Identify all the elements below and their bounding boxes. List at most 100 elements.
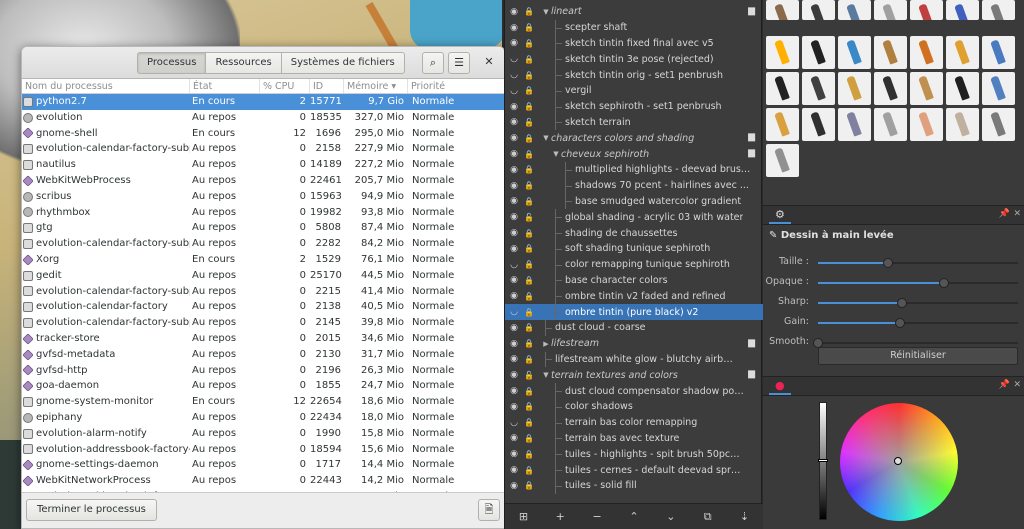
layer-row[interactable]: ◉ 🔒 sketch tintin fixed final avec v5	[505, 35, 763, 52]
brush-preset[interactable]	[874, 0, 907, 20]
table-row[interactable]: evolution-addressbook-factory-subprocess…	[22, 442, 504, 458]
slider-track[interactable]	[818, 298, 1018, 308]
expander-open-icon[interactable]: ▼	[541, 371, 551, 379]
table-row[interactable]: WebKitWebProcess Au repos 0 22461 205,7 Mio N…	[22, 173, 504, 189]
lock-icon[interactable]: 🔒	[523, 102, 535, 111]
table-row[interactable]: evolution-calendar-factory Au repos 0 2138 4…	[22, 299, 504, 315]
layer-row[interactable]: ◉ 🔒 base character colors	[505, 272, 763, 289]
brush-preset[interactable]	[838, 108, 871, 141]
slider-track[interactable]	[818, 258, 1018, 268]
eye-icon[interactable]: ◉	[508, 354, 520, 364]
eye-icon[interactable]: ◉	[508, 196, 520, 206]
expander-open-icon[interactable]: ▼	[541, 134, 551, 142]
layer-row[interactable]: ◡ 🔒 vergil	[505, 82, 763, 99]
layer-row[interactable]: ◉ 🔓 sketch terrain	[505, 114, 763, 131]
eye-icon[interactable]: ◉	[508, 465, 520, 475]
table-row[interactable]: goa-daemon Au repos 0 1855 24,7 Mio Normale	[22, 378, 504, 394]
move-up-icon[interactable]: ⌃	[622, 510, 646, 523]
layer-group-row[interactable]: ◉ 🔓 ▼ terrain textures and colors ▆	[505, 367, 763, 383]
table-row[interactable]: evolution-alarm-notify Au repos 0 1990 15,8 …	[22, 426, 504, 442]
table-row[interactable]: tracker-store Au repos 0 2015 34,6 Mio Normal…	[22, 331, 504, 347]
eye-closed-icon[interactable]: ◡	[508, 418, 520, 428]
layer-row[interactable]: ◡ 🔒 terrain bas color remapping	[505, 414, 763, 431]
eye-icon[interactable]: ◉	[508, 23, 520, 33]
lock-icon[interactable]: 🔒	[523, 134, 535, 143]
eye-icon[interactable]: ◉	[508, 291, 520, 301]
brush-preset[interactable]	[982, 0, 1015, 20]
brush-preset[interactable]	[802, 0, 835, 20]
layer-group-row[interactable]: ◉ 🔒 ▼ cheveux sephiroth ▆	[505, 146, 763, 162]
brush-preset[interactable]	[766, 0, 799, 20]
layer-group-row[interactable]: ◉ 🔒 ▼ lineart ▆	[505, 4, 763, 20]
layer-row[interactable]: ◉ 🔓 global shading - acrylic 03 with water	[505, 209, 763, 226]
slider-handle[interactable]	[939, 278, 949, 288]
brush-preset[interactable]	[766, 144, 799, 177]
eye-icon[interactable]: ◉	[508, 386, 520, 396]
column-header-id[interactable]: ID	[310, 79, 344, 93]
layer-row[interactable]: ◉ 🔒 lifestream white glow - blutchy airbru…	[505, 351, 763, 368]
eye-closed-icon[interactable]: ◡	[508, 70, 520, 80]
table-row[interactable]: Xorg En cours 2 1529 76,1 Mio Normale	[22, 252, 504, 268]
lock-icon[interactable]: 🔒	[523, 197, 535, 206]
eye-icon[interactable]: ◉	[508, 449, 520, 459]
layer-row[interactable]: ◉ 🔒 shadows 70 pcent - hairlines avec ...	[505, 177, 763, 194]
brush-preset[interactable]	[838, 72, 871, 105]
layer-row[interactable]: ◉ 🔒 scepter shaft	[505, 19, 763, 36]
eye-icon[interactable]: ◉	[508, 38, 520, 48]
lock-icon[interactable]: 🔒	[523, 466, 535, 475]
slider-track[interactable]	[813, 338, 1018, 348]
expander-open-icon[interactable]: ▼	[541, 8, 551, 16]
lock-icon[interactable]: 🔒	[523, 39, 535, 48]
brush-preset[interactable]	[874, 72, 907, 105]
layer-row[interactable]: ◡ 🔒 sketch tintin orig - set1 penbrush	[505, 67, 763, 83]
eye-icon[interactable]: ◉	[508, 275, 520, 285]
table-row[interactable]: python2.7 En cours 2 15771 9,7 Gio Normale	[22, 94, 504, 110]
lock-icon[interactable]: 🔒	[523, 181, 535, 190]
unlock-icon[interactable]: 🔓	[523, 118, 535, 127]
eye-closed-icon[interactable]: ◡	[508, 86, 520, 96]
lock-icon[interactable]: 🔒	[523, 229, 535, 238]
eye-icon[interactable]: ◉	[508, 165, 520, 175]
eye-icon[interactable]: ◉	[508, 133, 520, 143]
end-process-button[interactable]: Terminer le processus	[26, 499, 157, 521]
brush-preset[interactable]	[910, 108, 943, 141]
table-row[interactable]: gtg Au repos 0 5808 87,4 Mio Normale	[22, 220, 504, 236]
eye-icon[interactable]: ◉	[508, 244, 520, 254]
table-row[interactable]: evolution-calendar-factory-subprocessAu …	[22, 315, 504, 331]
lock-icon[interactable]: 🔒	[523, 418, 535, 427]
brush-preset[interactable]	[802, 72, 835, 105]
eye-icon[interactable]: ◉	[508, 339, 520, 349]
lock-icon[interactable]: 🔒	[523, 55, 535, 64]
table-row[interactable]: evolution-calendar-factory-subprocessAu …	[22, 141, 504, 157]
table-row[interactable]: gnome-system-monitor En cours 12 22654 18,6 …	[22, 394, 504, 410]
move-down-icon[interactable]: ⌄	[659, 510, 683, 523]
column-header-priority[interactable]: Priorité	[408, 79, 502, 93]
reset-button[interactable]: Réinitialiser	[818, 347, 1018, 365]
slider-handle[interactable]	[895, 318, 905, 328]
eye-icon[interactable]: ◉	[508, 181, 520, 191]
brush-preset[interactable]	[910, 0, 943, 20]
unlock-icon[interactable]: 🔓	[523, 371, 535, 380]
layer-row[interactable]: ◉ 🔒 multiplied highlights - deevad brush..…	[505, 161, 763, 178]
expander-open-icon[interactable]: ▼	[551, 150, 561, 158]
lock-icon[interactable]: 🔒	[523, 292, 535, 301]
brush-preset[interactable]	[874, 108, 907, 141]
brush-preset[interactable]	[982, 72, 1015, 105]
lock-icon[interactable]: 🔒	[523, 23, 535, 32]
process-list[interactable]: python2.7 En cours 2 15771 9,7 Gio Normale evo…	[22, 94, 504, 494]
new-group-icon[interactable]: ⊞	[511, 510, 535, 523]
lock-icon[interactable]: 🔒	[523, 260, 535, 269]
brush-preset[interactable]	[946, 72, 979, 105]
eye-icon[interactable]: ◉	[508, 323, 520, 333]
lock-icon[interactable]: 🔒	[523, 71, 535, 80]
lock-icon[interactable]: 🔒	[523, 434, 535, 443]
layer-row[interactable]: ◉ 🔒 dust cloud - coarse	[505, 319, 763, 336]
lock-icon[interactable]: 🔒	[523, 244, 535, 253]
eye-icon[interactable]: ◉	[508, 228, 520, 238]
slider-handle[interactable]	[897, 298, 907, 308]
column-header-name[interactable]: Nom du processus	[22, 79, 190, 93]
table-row[interactable]: scribus Au repos 0 15963 94,9 Mio Normale	[22, 189, 504, 205]
remove-layer-icon[interactable]: −	[585, 510, 609, 523]
brush-preset[interactable]	[982, 36, 1015, 69]
expander-closed-icon[interactable]: ▶	[541, 340, 551, 348]
